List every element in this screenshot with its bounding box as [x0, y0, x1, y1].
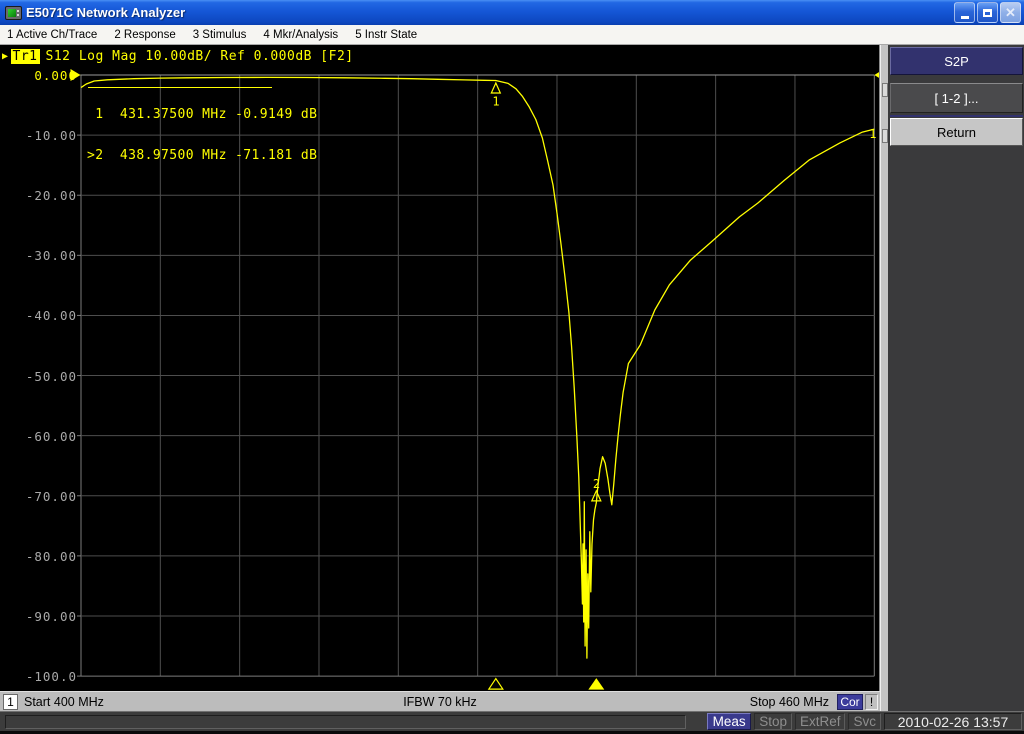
trace-badge[interactable]: Tr1: [10, 48, 40, 64]
instrument-led-glyph: [17, 9, 19, 12]
app-icon: [5, 5, 22, 20]
y-axis-label: -60.00: [25, 428, 77, 444]
close-icon: ✕: [1005, 5, 1016, 20]
marker-2-readout: >2 438.97500 MHz -71.181 dB: [87, 147, 318, 163]
minimize-button[interactable]: [954, 2, 975, 23]
ifbw-label: IFBW 70 kHz: [403, 694, 477, 709]
y-axis-label: -30.00: [25, 248, 77, 264]
softkey-menu-title: S2P: [890, 47, 1023, 75]
restore-button[interactable]: [977, 2, 998, 23]
stimulus-status-bar: 1 Start 400 MHz IFBW 70 kHz Stop 460 MHz…: [0, 691, 880, 711]
minimize-icon: [960, 16, 969, 19]
marker-1-label: 1: [492, 94, 499, 108]
y-axis-label: -20.00: [25, 188, 77, 204]
softkey-scrollbar[interactable]: [880, 45, 888, 711]
softkey-sidebar: S2P [ 1-2 ]... Return: [880, 45, 1024, 711]
menu-bar: 1 Active Ch/Trace 2 Response 3 Stimulus 4 M…: [0, 25, 1024, 45]
y-axis-label: -100.0: [25, 669, 77, 685]
active-marker-stimulus-triangle: [588, 678, 605, 690]
y-axis-label: -80.00: [25, 548, 77, 564]
status-message-well: [5, 714, 687, 729]
title-bar: E5071C Network Analyzer ✕: [0, 0, 1024, 25]
close-button[interactable]: ✕: [1000, 2, 1021, 23]
service-indicator: Svc: [848, 713, 881, 730]
marker-1-symbol: [490, 81, 502, 94]
trace-end-number: 1: [869, 127, 876, 141]
datetime-display: 2010-02-26 13:57: [884, 713, 1022, 730]
menu-item-3[interactable]: 3 Stimulus: [191, 27, 255, 43]
softkey-ports-button[interactable]: [ 1-2 ]...: [890, 83, 1023, 113]
softkey-return-button[interactable]: Return: [890, 118, 1023, 146]
softkey-separator: [890, 115, 1023, 117]
softkey-menu: S2P [ 1-2 ]... Return: [888, 45, 1024, 711]
measurement-state-badge: Meas: [707, 713, 752, 730]
instrument-screen-glyph: [8, 8, 16, 17]
menu-item-5[interactable]: 5 Instr State: [353, 27, 425, 43]
window-title: E5071C Network Analyzer: [26, 5, 186, 20]
external-reference-indicator: ExtRef: [794, 713, 846, 730]
sweep-stop-indicator: Stop: [754, 713, 792, 730]
y-axis-label: -10.00: [25, 128, 77, 144]
instrument-status-bar: Meas Stop ExtRef Svc 2010-02-26 13:57: [0, 711, 1024, 734]
instrument-display-column: 1 1 2 ▶ Tr1 S12 Log Mag 10.00dB/ Ref 0.000…: [0, 45, 880, 711]
trace-status-line: ▶ Tr1 S12 Log Mag 10.00dB/ Ref 0.000dB […: [2, 48, 354, 64]
instrument-screen: 1 1 2 ▶ Tr1 S12 Log Mag 10.00dB/ Ref 0.000…: [0, 45, 880, 691]
trace-format-text: S12 Log Mag 10.00dB/ Ref 0.000dB [F2]: [45, 48, 354, 64]
scrollbar-notch: [882, 83, 888, 97]
y-axis-label: -70.00: [25, 488, 77, 504]
active-trace-arrow-icon: ▶: [2, 50, 9, 62]
marker-readout: 1 431.37500 MHz -0.9149 dB >2 438.97500 …: [87, 81, 317, 189]
menu-item-1[interactable]: 1 Active Ch/Trace: [5, 27, 105, 43]
marker-1-readout: 1 431.37500 MHz -0.9149 dB: [87, 107, 318, 122]
marker-stimulus-triangle: [487, 677, 504, 690]
app-window: E5071C Network Analyzer ✕ 1 Active Ch/Tr…: [0, 0, 1024, 734]
y-axis-label: -50.00: [25, 368, 77, 384]
marker-2-label: 2: [593, 477, 600, 491]
y-axis-label: 0.000: [34, 68, 77, 83]
restore-icon: [983, 8, 992, 17]
y-axis-label: -90.00: [25, 608, 77, 624]
main-area: 1 1 2 ▶ Tr1 S12 Log Mag 10.00dB/ Ref 0.000…: [0, 45, 1024, 711]
menu-item-4[interactable]: 4 Mkr/Analysis: [261, 27, 346, 43]
y-axis-label: -40.00: [25, 308, 77, 324]
scrollbar-notch: [882, 129, 888, 143]
menu-item-2[interactable]: 2 Response: [112, 27, 183, 43]
